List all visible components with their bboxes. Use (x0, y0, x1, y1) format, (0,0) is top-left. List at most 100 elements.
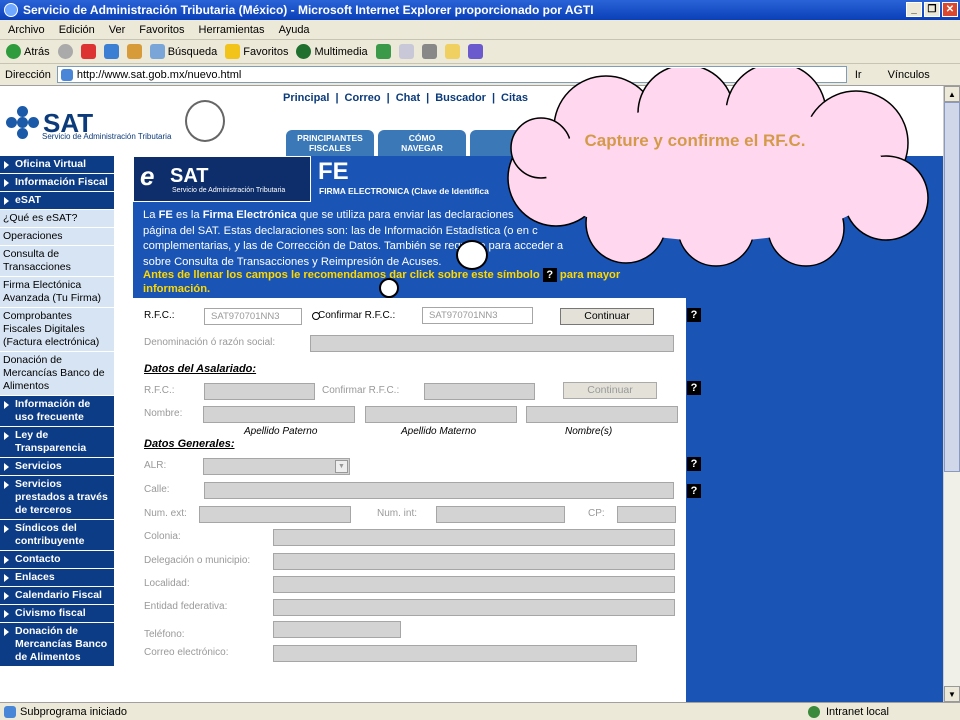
sidebar-item[interactable]: Donación de Mercancías Banco de Alimento… (0, 623, 114, 667)
page-icon (60, 68, 73, 81)
messenger-icon[interactable] (467, 44, 483, 59)
sidebar-item[interactable]: Operaciones (0, 228, 114, 246)
denominacion-input[interactable] (310, 335, 674, 352)
menu-favoritos[interactable]: Favoritos (139, 24, 184, 36)
confirm2-input[interactable] (424, 383, 535, 400)
sidebar-item[interactable]: Síndicos del contribuyente (0, 520, 114, 551)
sidebar-item[interactable]: Firma Electónica Avanzada (Tu Firma) (0, 277, 114, 308)
nav-principal[interactable]: Principal (283, 92, 329, 104)
fe-subtitle: FIRMA ELECTRONICA (Clave de Identifica (319, 186, 489, 196)
esat-logo: e SAT Servicio de Administración Tributa… (133, 156, 311, 202)
tab-como-navegar[interactable]: CÓMO NAVEGAR (378, 130, 466, 156)
apellido-materno-input[interactable] (365, 406, 517, 423)
sidebar-item[interactable]: Enlaces (0, 569, 114, 587)
nombres-input[interactable] (526, 406, 678, 423)
num-ext-input[interactable] (199, 506, 351, 523)
mexico-seal-icon (185, 100, 225, 142)
delegacion-input[interactable] (273, 553, 675, 570)
nav-correo[interactable]: Correo (345, 92, 381, 104)
search-button[interactable]: Búsqueda (149, 44, 217, 59)
stop-icon[interactable] (80, 44, 96, 59)
ie-icon (4, 3, 18, 17)
history-icon[interactable] (375, 44, 391, 59)
continuar2-button[interactable]: Continuar (563, 382, 657, 399)
status-bar: Subprograma iniciado Intranet local (0, 702, 960, 720)
calle-input[interactable] (204, 482, 674, 499)
telefono-input[interactable] (273, 621, 401, 638)
forward-arrow-icon[interactable] (57, 44, 73, 59)
nav-sep: | (335, 92, 339, 104)
sidebar-item[interactable]: Oficina Virtual (0, 156, 114, 174)
sidebar-item[interactable]: ¿Qué es eSAT? (0, 210, 114, 228)
delegacion-label: Delegación o municipio: (144, 555, 251, 566)
continuar-button[interactable]: Continuar (560, 308, 654, 325)
status-text: Subprograma iniciado (20, 705, 128, 718)
sidebar-item[interactable]: Donación de Mercancías Banco de Alimento… (0, 352, 114, 396)
menu-herramientas[interactable]: Herramientas (199, 24, 265, 36)
sidebar-item[interactable]: Calendario Fiscal (0, 587, 114, 605)
localidad-input[interactable] (273, 576, 675, 593)
generales-title: Datos Generales: (144, 438, 235, 450)
confirm2-label: Confirmar R.F.C.: (322, 385, 400, 396)
cp-label: CP: (588, 508, 605, 519)
home-icon[interactable] (126, 44, 142, 59)
sidebar-item[interactable]: Servicios (0, 458, 114, 476)
menu-edicion[interactable]: Edición (59, 24, 95, 36)
nav-chat[interactable]: Chat (396, 92, 420, 104)
tab-principiantes[interactable]: PRINCIPIANTES FISCALES (286, 130, 374, 156)
media-button[interactable]: Multimedia (296, 44, 368, 59)
alr-select[interactable]: ▼ (203, 458, 350, 475)
help-icon-alr[interactable]: ? (687, 457, 701, 471)
favorites-button[interactable]: Favoritos (225, 44, 288, 59)
sidebar: Oficina Virtual Información Fiscal eSAT ¿Qu… (0, 156, 114, 702)
menu-ayuda[interactable]: Ayuda (279, 24, 310, 36)
apellido-paterno-input[interactable] (203, 406, 355, 423)
maximize-button[interactable]: ❐ (924, 2, 940, 17)
correo-input[interactable] (273, 645, 637, 662)
vertical-scrollbar[interactable]: ▲ ▼ (943, 86, 960, 702)
sidebar-item[interactable]: Ley de Transparencia (0, 427, 114, 458)
menu-bar: Archivo Edición Ver Favoritos Herramient… (0, 20, 960, 40)
help-icon-rfc[interactable]: ? (687, 308, 701, 322)
mail-icon[interactable] (398, 44, 414, 59)
print-icon[interactable] (421, 44, 437, 59)
help-icon[interactable]: ? (542, 268, 557, 282)
scroll-thumb[interactable] (944, 102, 960, 472)
correo-label: Correo electrónico: (144, 647, 229, 658)
minimize-button[interactable]: _ (906, 2, 922, 17)
colonia-input[interactable] (273, 529, 675, 546)
star-icon (225, 44, 241, 59)
callout-text: Capture y confirme el RF.C. (584, 131, 806, 150)
entidad-input[interactable] (273, 599, 675, 616)
close-button[interactable]: ✕ (942, 2, 958, 17)
menu-archivo[interactable]: Archivo (8, 24, 45, 36)
num-int-label: Num. int: (377, 508, 418, 519)
rfc2-input[interactable] (204, 383, 315, 400)
scroll-up-icon[interactable]: ▲ (944, 86, 960, 102)
scroll-down-icon[interactable]: ▼ (944, 686, 960, 702)
nav-buscador[interactable]: Buscador (435, 92, 486, 104)
sidebar-item[interactable]: Información Fiscal (0, 174, 114, 192)
confirm-rfc-label: Confirmar R.F.C.: (318, 310, 396, 321)
sidebar-item[interactable]: Información de uso frecuente (0, 396, 114, 427)
url-text: http://www.sat.gob.mx/nuevo.html (76, 68, 242, 81)
alr-label: ALR: (144, 460, 167, 471)
sidebar-item[interactable]: Contacto (0, 551, 114, 569)
sidebar-item[interactable]: eSAT (0, 192, 114, 210)
sidebar-item[interactable]: Comprobantes Fiscales Digitales (Factura… (0, 308, 114, 352)
refresh-icon[interactable] (103, 44, 119, 59)
confirm-rfc-input[interactable]: SAT970701NN3 (422, 307, 533, 324)
sidebar-item[interactable]: Civismo fiscal (0, 605, 114, 623)
help-icon-calle[interactable]: ? (687, 484, 701, 498)
rfc-input[interactable]: SAT970701NN3 (204, 308, 302, 325)
cp-input[interactable] (617, 506, 676, 523)
num-int-input[interactable] (436, 506, 565, 523)
sidebar-item[interactable]: Servicios prestados a través de terceros (0, 476, 114, 520)
edit-icon[interactable] (444, 44, 460, 59)
back-button[interactable]: Atrás (6, 44, 50, 59)
menu-ver[interactable]: Ver (109, 24, 126, 36)
callout-dot-large (456, 240, 488, 270)
fe-form: R.F.C.: SAT970701NN3 Confirmar R.F.C.: S… (133, 298, 686, 702)
sidebar-item[interactable]: Consulta de Transacciones (0, 246, 114, 277)
help-icon-asalariado[interactable]: ? (687, 381, 701, 395)
